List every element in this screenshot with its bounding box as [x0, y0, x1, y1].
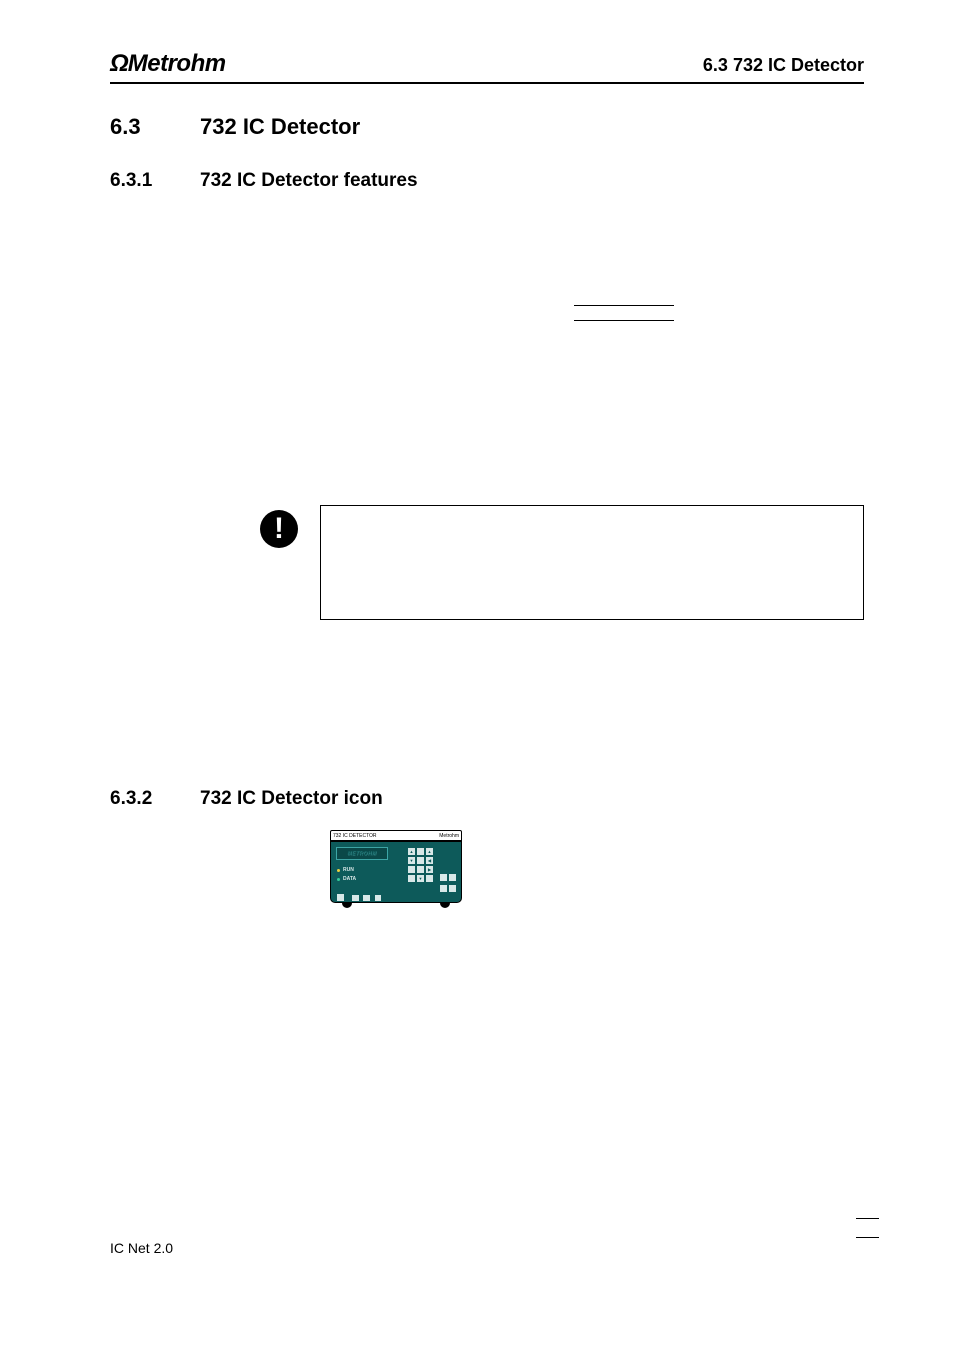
- keypad-button-icon: ◀: [426, 857, 433, 864]
- aux-button-icon: [449, 874, 456, 881]
- keypad-button-icon: ▼: [417, 875, 424, 882]
- data-indicator: DATA: [337, 876, 356, 882]
- power-button-icon: [337, 894, 344, 901]
- run-indicator: RUN: [337, 867, 354, 873]
- run-led-icon: [337, 869, 340, 872]
- subsection-number-2: 6.3.2: [110, 788, 200, 810]
- keypad-button-icon: [417, 848, 424, 855]
- detector-body: METROHM RUN DATA ▲ ▲ ▼ ◀ ▶: [330, 841, 462, 903]
- page-header: Ω Metrohm 6.3 732 IC Detector: [110, 50, 864, 84]
- soft-button-icon: [363, 895, 370, 902]
- soft-button-icon: [375, 895, 382, 902]
- keypad-button-icon: [408, 875, 415, 882]
- section-number: 6.3: [110, 114, 200, 140]
- detector-model-label: 732 IC DETECTOR: [333, 833, 377, 839]
- subsection-number-1: 6.3.1: [110, 170, 200, 192]
- text-line-rule: [574, 305, 674, 306]
- keypad-button-icon: ▲: [408, 848, 415, 855]
- keypad-button-icon: [408, 866, 415, 873]
- soft-button-icon: [352, 895, 359, 902]
- footer-label: IC Net 2.0: [110, 1240, 173, 1256]
- subsection-title-2: 732 IC Detector icon: [200, 788, 383, 810]
- subsection-heading-2: 6.3.2 732 IC Detector icon: [110, 788, 383, 810]
- keypad-button-icon: ▲: [426, 848, 433, 855]
- section-title: 732 IC Detector: [200, 114, 360, 140]
- keypad-button-icon: [417, 866, 424, 873]
- section-heading: 6.3 732 IC Detector: [110, 114, 864, 140]
- aux-button-icon: [440, 874, 447, 881]
- keypad-button-icon: ▼: [408, 857, 415, 864]
- keypad-button-icon: [417, 857, 424, 864]
- detector-brand-label: Metrohm: [439, 833, 459, 839]
- detector-figure: 732 IC DETECTOR Metrohm METROHM RUN DATA…: [330, 830, 465, 908]
- keypad-button-icon: [426, 875, 433, 882]
- subsection-heading-1: 6.3.1 732 IC Detector features: [110, 170, 864, 192]
- detector-screen: METROHM: [336, 847, 388, 860]
- run-label: RUN: [343, 867, 354, 873]
- aux-button-icon: [449, 885, 456, 892]
- detector-top-panel: 732 IC DETECTOR Metrohm: [330, 830, 462, 841]
- omega-icon: Ω: [110, 50, 128, 78]
- data-led-icon: [337, 878, 340, 881]
- soft-buttons: [352, 888, 382, 906]
- caution-icon: !: [260, 510, 298, 548]
- subsection-title-1: 732 IC Detector features: [200, 170, 418, 192]
- page-number-marker: [856, 1218, 879, 1256]
- bottom-controls: [337, 888, 382, 906]
- foot-icon: [440, 903, 450, 908]
- page-line-rule: [856, 1237, 879, 1238]
- caution-box: [320, 505, 864, 620]
- header-section-ref: 6.3 732 IC Detector: [703, 55, 864, 76]
- page-line-rule: [856, 1218, 879, 1219]
- brand-name: Metrohm: [128, 50, 226, 78]
- right-buttons-1: [440, 874, 456, 881]
- keypad-button-icon: ▶: [426, 866, 433, 873]
- brand-logo: Ω Metrohm: [110, 50, 226, 78]
- keypad-grid: ▲ ▲ ▼ ◀ ▶ ▼: [408, 848, 433, 882]
- text-line-rule: [574, 320, 674, 321]
- aux-button-icon: [440, 885, 447, 892]
- data-label: DATA: [343, 876, 356, 882]
- right-buttons-2: [440, 885, 456, 892]
